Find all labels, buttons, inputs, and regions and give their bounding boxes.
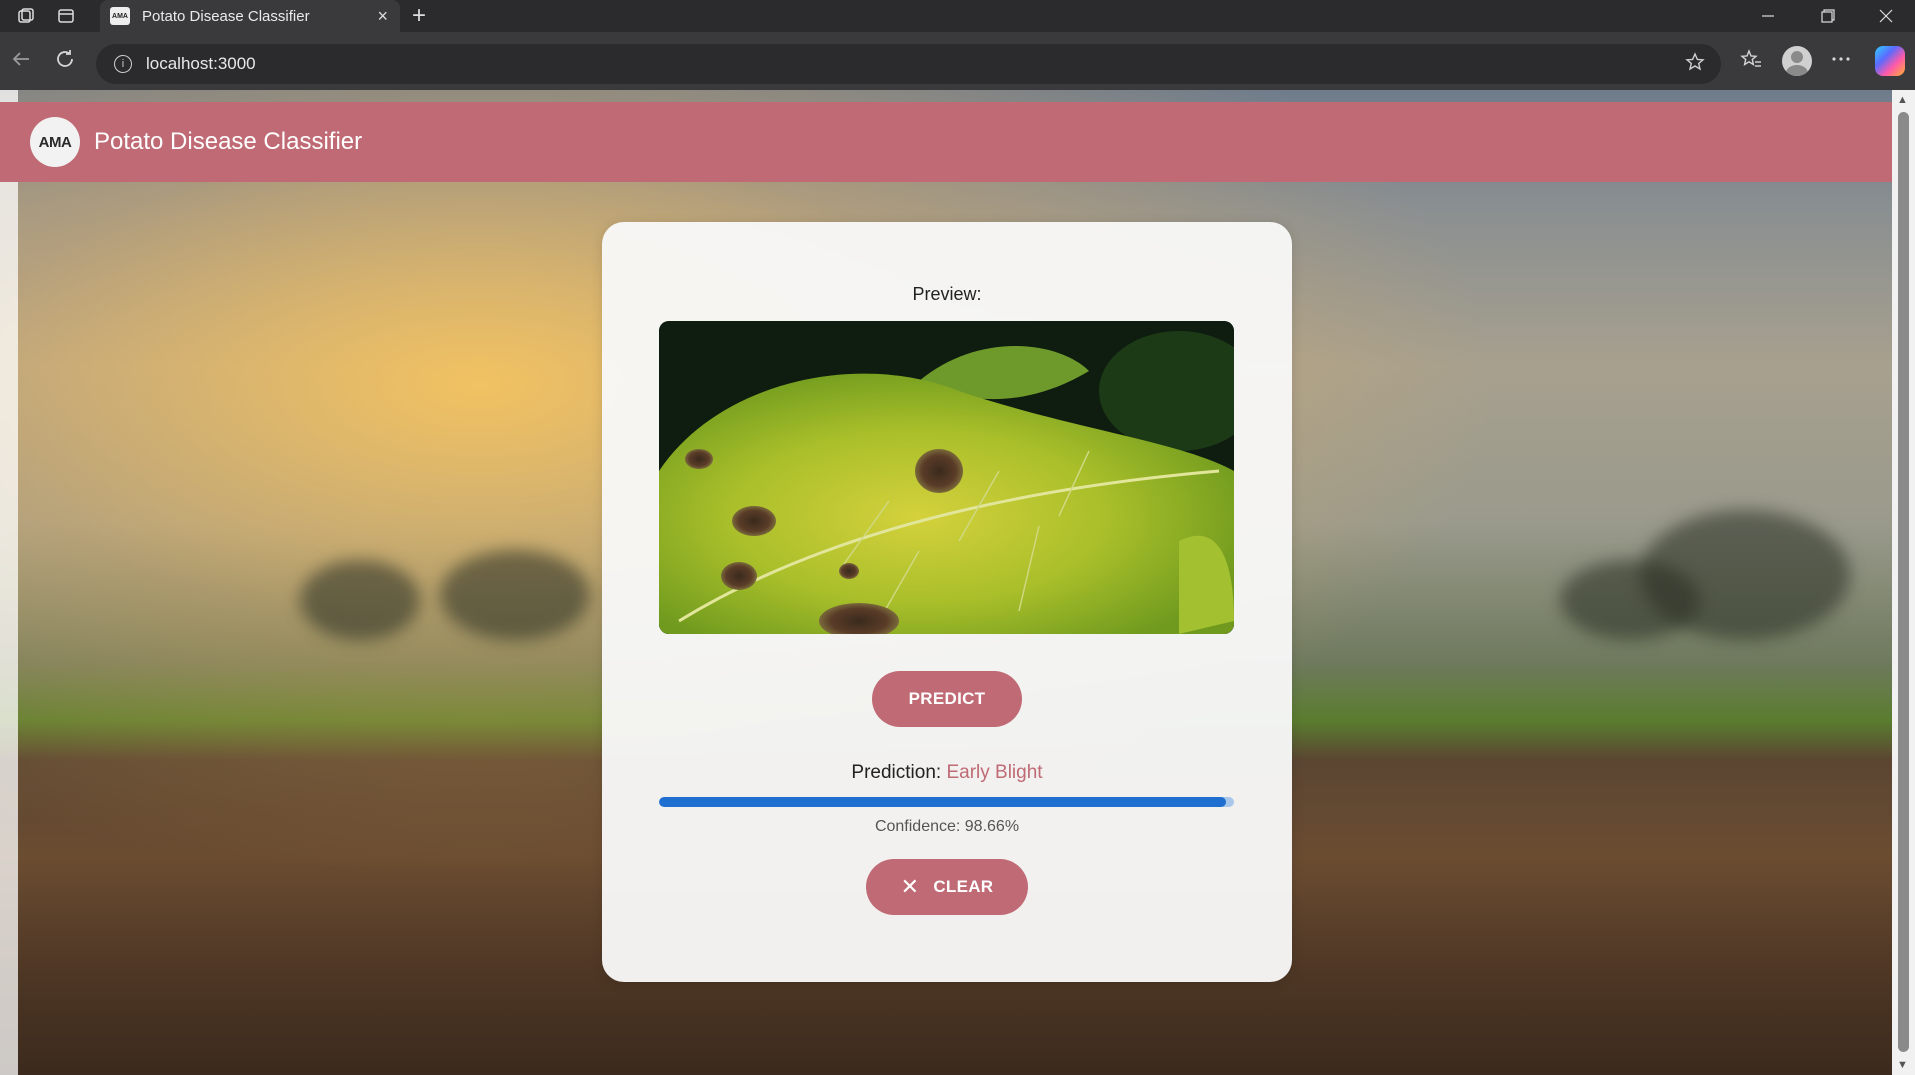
page-scrollbar[interactable]: ▲ ▼ [1892,90,1915,1075]
new-tab-button[interactable]: + [412,2,426,30]
prediction-label: Prediction: [851,762,947,783]
background-tree [300,560,420,640]
reload-icon[interactable] [54,48,76,76]
browser-titlebar: AMA Potato Disease Classifier × + [0,0,1915,32]
tab-favicon: AMA [110,7,130,25]
favorites-icon[interactable] [1740,48,1762,76]
url-text: localhost:3000 [146,54,256,73]
tab-actions-icon[interactable] [52,2,80,30]
address-bar[interactable]: i localhost:3000 [96,44,1721,84]
copilot-icon[interactable] [1875,46,1905,76]
confidence-progress-fill [659,797,1227,807]
viewport-edge [0,90,18,1075]
scroll-thumb[interactable] [1898,112,1909,1052]
minimize-icon[interactable] [1740,0,1796,32]
favorite-star-icon[interactable] [1685,52,1705,78]
background-tree [1640,510,1850,640]
restore-icon[interactable] [1800,0,1856,32]
prediction-value: Early Blight [946,762,1043,783]
predict-button[interactable]: PREDICT [872,671,1022,727]
tab-title: Potato Disease Classifier [142,7,310,25]
clear-button-label: CLEAR [933,877,994,896]
scroll-down-icon[interactable]: ▼ [1897,1059,1908,1071]
clear-button[interactable]: ✕ CLEAR [866,859,1028,915]
browser-toolbar: i localhost:3000 [0,32,1915,90]
preview-label: Preview: [912,284,982,304]
leaf-preview-image [659,321,1234,634]
browser-tab[interactable]: AMA Potato Disease Classifier × [100,0,400,32]
background-tree [440,550,590,640]
leaf-image [659,321,1234,634]
app-header: AMA Potato Disease Classifier [0,102,1892,182]
scroll-up-icon[interactable]: ▲ [1897,94,1908,106]
back-icon[interactable] [10,48,32,76]
confidence-text: Confidence: 98.66% [874,818,1020,835]
close-icon: ✕ [900,874,920,899]
site-info-icon[interactable]: i [114,55,132,73]
classifier-card: Preview: PREDICT Prediction: Early Bligh… [602,222,1292,982]
close-tab-icon[interactable]: × [377,6,388,27]
app-logo: AMA [30,117,80,167]
confidence-progress-bar [659,797,1234,807]
app-title: Potato Disease Classifier [94,128,363,155]
workspaces-icon[interactable] [12,2,40,30]
more-options-icon[interactable] [1830,48,1852,76]
profile-avatar-icon[interactable] [1782,46,1812,76]
page-viewport: AMA Potato Disease Classifier Preview: P… [0,90,1915,1075]
close-window-icon[interactable] [1858,0,1914,32]
prediction-result: Prediction: Early Blight [602,762,1292,784]
